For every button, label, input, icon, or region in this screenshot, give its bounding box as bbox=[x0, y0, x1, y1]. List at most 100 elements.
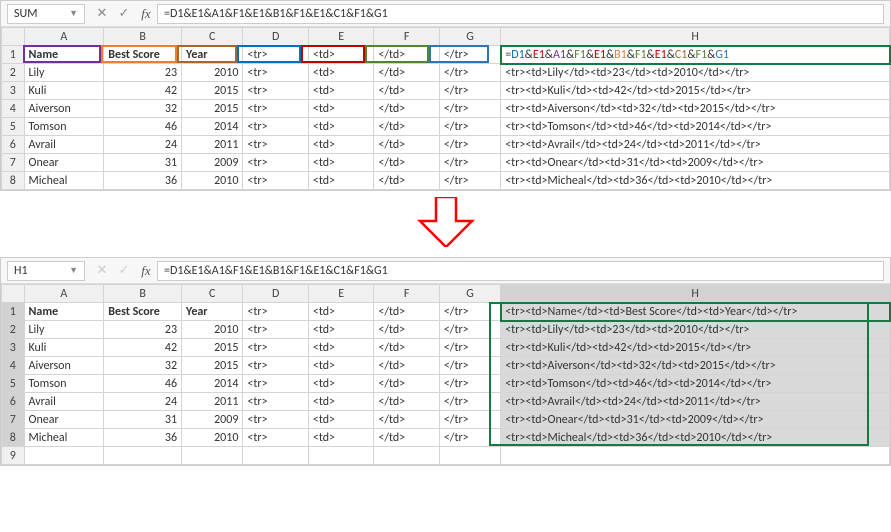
confirm-icon[interactable]: ✓ bbox=[113, 263, 135, 278]
cell-A9[interactable] bbox=[24, 447, 104, 465]
row-header-8[interactable]: 8 bbox=[2, 172, 25, 190]
cell-E5[interactable]: <td> bbox=[308, 375, 373, 393]
cell-C1[interactable]: Year bbox=[182, 303, 243, 321]
cell-H6[interactable]: <tr><td>Avrail</td><td>24</td><td>2011</… bbox=[501, 393, 890, 411]
name-box[interactable]: SUM ▼ bbox=[7, 4, 85, 24]
cell-D2[interactable]: <tr> bbox=[243, 321, 308, 339]
cell-G3[interactable]: </tr> bbox=[439, 339, 500, 357]
cell-E2[interactable]: <td> bbox=[308, 64, 373, 82]
cell-F7[interactable]: </td> bbox=[374, 154, 439, 172]
cell-F3[interactable]: </td> bbox=[374, 339, 439, 357]
cell-C3[interactable]: 2015 bbox=[182, 339, 243, 357]
cell-H3[interactable]: <tr><td>Kuli</td><td>42</td><td>2015</td… bbox=[501, 339, 890, 357]
cell-D3[interactable]: <tr> bbox=[243, 82, 308, 100]
fx-icon[interactable]: fx bbox=[135, 6, 157, 22]
cell-E4[interactable]: <td> bbox=[308, 357, 373, 375]
cell-D6[interactable]: <tr> bbox=[243, 393, 308, 411]
cell-C4[interactable]: 2015 bbox=[182, 357, 243, 375]
row-header-7[interactable]: 7 bbox=[2, 154, 25, 172]
cell-E6[interactable]: <td> bbox=[308, 136, 373, 154]
cell-G6[interactable]: </tr> bbox=[439, 136, 500, 154]
cell-G1[interactable]: </tr> bbox=[439, 46, 500, 64]
cell-G8[interactable]: </tr> bbox=[439, 429, 500, 447]
confirm-icon[interactable]: ✓ bbox=[113, 6, 135, 21]
row-header-1[interactable]: 1 bbox=[2, 303, 25, 321]
bottom-grid[interactable]: A B C D E F G H 1NameBest ScoreYear<tr><… bbox=[1, 284, 890, 465]
cell-D5[interactable]: <tr> bbox=[243, 375, 308, 393]
cell-D7[interactable]: <tr> bbox=[243, 411, 308, 429]
cell-G6[interactable]: </tr> bbox=[439, 393, 500, 411]
name-box-dropdown-icon[interactable]: ▼ bbox=[69, 8, 78, 19]
col-header-D[interactable]: D bbox=[243, 28, 308, 46]
col-header-C[interactable]: C bbox=[182, 285, 243, 303]
cell-H7[interactable]: <tr><td>Onear</td><td>31</td><td>2009</t… bbox=[501, 411, 890, 429]
fx-icon[interactable]: fx bbox=[135, 263, 157, 279]
cell-G2[interactable]: </tr> bbox=[439, 321, 500, 339]
col-header-D[interactable]: D bbox=[243, 285, 308, 303]
cell-E7[interactable]: <td> bbox=[308, 154, 373, 172]
row-header-9[interactable]: 9 bbox=[2, 447, 25, 465]
cell-F3[interactable]: </td> bbox=[374, 82, 439, 100]
cell-G7[interactable]: </tr> bbox=[439, 411, 500, 429]
cell-E6[interactable]: <td> bbox=[308, 393, 373, 411]
cell-G5[interactable]: </tr> bbox=[439, 375, 500, 393]
top-grid[interactable]: A B C D E F G H 1NameBest ScoreYear<tr><… bbox=[1, 27, 890, 190]
col-header-H[interactable]: H bbox=[501, 28, 890, 46]
cell-A7[interactable]: Onear bbox=[24, 154, 104, 172]
cell-A5[interactable]: Tomson bbox=[24, 118, 104, 136]
cell-A1[interactable]: Name bbox=[24, 46, 104, 64]
cell-E4[interactable]: <td> bbox=[308, 100, 373, 118]
cell-D4[interactable]: <tr> bbox=[243, 100, 308, 118]
name-box-dropdown-icon[interactable]: ▼ bbox=[69, 265, 78, 276]
col-header-B[interactable]: B bbox=[104, 285, 182, 303]
cell-C6[interactable]: 2011 bbox=[182, 136, 243, 154]
row-header-5[interactable]: 5 bbox=[2, 375, 25, 393]
cell-E7[interactable]: <td> bbox=[308, 411, 373, 429]
cell-G2[interactable]: </tr> bbox=[439, 64, 500, 82]
col-header-C[interactable]: C bbox=[182, 28, 243, 46]
row-header-4[interactable]: 4 bbox=[2, 100, 25, 118]
cell-F7[interactable]: </td> bbox=[374, 411, 439, 429]
cell-A6[interactable]: Avrail bbox=[24, 136, 104, 154]
cell-E8[interactable]: <td> bbox=[308, 429, 373, 447]
cell-E1[interactable]: <td> bbox=[308, 303, 373, 321]
row-header-5[interactable]: 5 bbox=[2, 118, 25, 136]
cell-D1[interactable]: <tr> bbox=[243, 46, 308, 64]
cell-B1[interactable]: Best Score bbox=[104, 46, 182, 64]
cell-B4[interactable]: 32 bbox=[104, 357, 182, 375]
cell-F5[interactable]: </td> bbox=[374, 375, 439, 393]
cell-B3[interactable]: 42 bbox=[104, 339, 182, 357]
cell-B7[interactable]: 31 bbox=[104, 411, 182, 429]
cell-D6[interactable]: <tr> bbox=[243, 136, 308, 154]
cell-D1[interactable]: <tr> bbox=[243, 303, 308, 321]
cell-C8[interactable]: 2010 bbox=[182, 172, 243, 190]
cell-H6[interactable]: <tr><td>Avrail</td><td>24</td><td>2011</… bbox=[501, 136, 890, 154]
cell-A3[interactable]: Kuli bbox=[24, 82, 104, 100]
cell-B1[interactable]: Best Score bbox=[104, 303, 182, 321]
cell-D5[interactable]: <tr> bbox=[243, 118, 308, 136]
cell-B2[interactable]: 23 bbox=[104, 321, 182, 339]
cell-G7[interactable]: </tr> bbox=[439, 154, 500, 172]
cell-H5[interactable]: <tr><td>Tomson</td><td>46</td><td>2014</… bbox=[501, 375, 890, 393]
select-all-corner[interactable] bbox=[2, 285, 25, 303]
row-header-6[interactable]: 6 bbox=[2, 136, 25, 154]
formula-input[interactable]: =D1&E1&A1&F1&E1&B1&F1&E1&C1&F1&G1 bbox=[157, 261, 884, 281]
cell-C1[interactable]: Year bbox=[182, 46, 243, 64]
cell-H7[interactable]: <tr><td>Onear</td><td>31</td><td>2009</t… bbox=[501, 154, 890, 172]
cell-H5[interactable]: <tr><td>Tomson</td><td>46</td><td>2014</… bbox=[501, 118, 890, 136]
cell-H9[interactable] bbox=[501, 447, 890, 465]
cell-E5[interactable]: <td> bbox=[308, 118, 373, 136]
cell-E1[interactable]: <td> bbox=[308, 46, 373, 64]
cell-F1[interactable]: </td> bbox=[374, 46, 439, 64]
cell-A2[interactable]: Lily bbox=[24, 64, 104, 82]
cell-A4[interactable]: Aiverson bbox=[24, 357, 104, 375]
cell-A3[interactable]: Kuli bbox=[24, 339, 104, 357]
cell-B5[interactable]: 46 bbox=[104, 375, 182, 393]
cell-F6[interactable]: </td> bbox=[374, 393, 439, 411]
cell-F5[interactable]: </td> bbox=[374, 118, 439, 136]
cell-D3[interactable]: <tr> bbox=[243, 339, 308, 357]
cell-A7[interactable]: Onear bbox=[24, 411, 104, 429]
cell-A4[interactable]: Aiverson bbox=[24, 100, 104, 118]
cell-A6[interactable]: Avrail bbox=[24, 393, 104, 411]
cell-B8[interactable]: 36 bbox=[104, 429, 182, 447]
